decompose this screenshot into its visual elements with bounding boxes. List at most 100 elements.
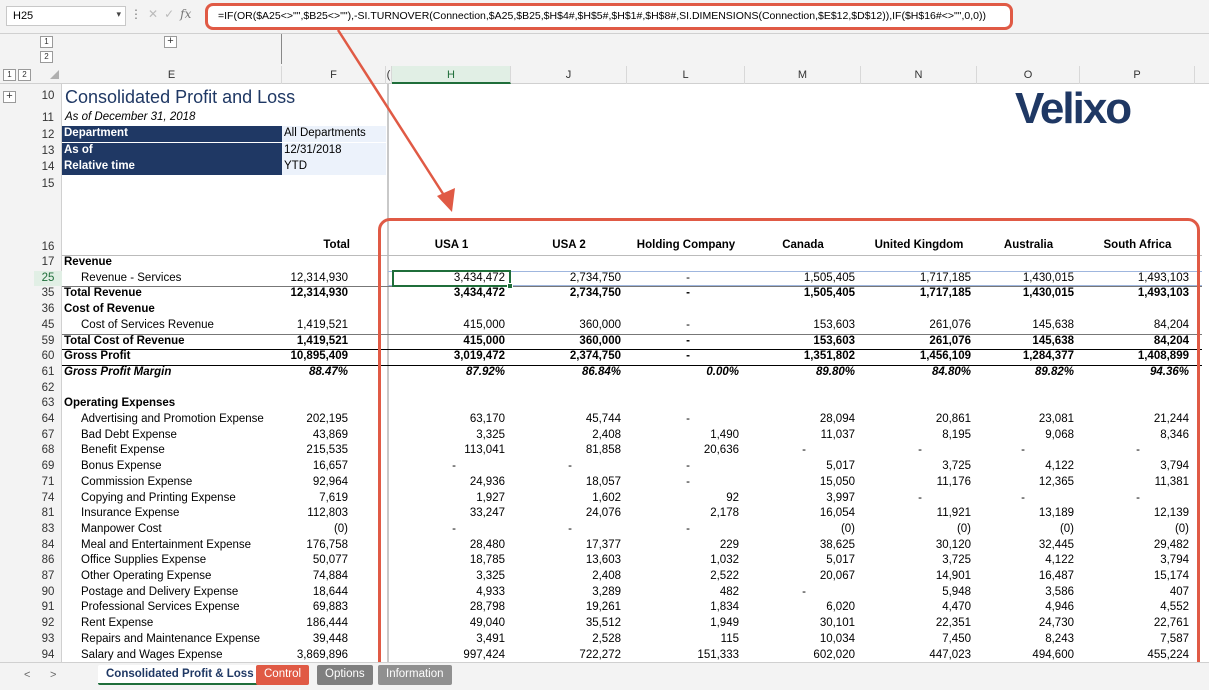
row-header-83[interactable]: 83 xyxy=(34,522,62,538)
outline-top: 1 2 + xyxy=(0,34,1209,66)
formula-input[interactable]: =IF(OR($A25<>"",$B25<>""),-SI.TURNOVER(C… xyxy=(205,3,1013,30)
column-header-l[interactable]: L xyxy=(627,66,745,84)
outline-group-line xyxy=(281,34,282,64)
value-cell[interactable]: 176,758 xyxy=(282,538,349,554)
row-header-81[interactable]: 81 xyxy=(34,506,62,522)
column-expand-button[interactable]: + xyxy=(164,36,177,48)
row-expand-button[interactable]: + xyxy=(3,91,16,103)
row-header-13[interactable]: 13 xyxy=(34,143,62,159)
value-cell[interactable]: (0) xyxy=(282,522,349,538)
column-header-f[interactable]: F xyxy=(282,66,386,84)
tab-next-icon[interactable]: > xyxy=(50,669,56,681)
name-box[interactable]: H25 ▾ xyxy=(6,6,126,26)
row-outline-level-2-button[interactable]: 2 xyxy=(18,69,31,81)
sheet-tabs-bar: < > Consolidated Profit & Loss Control O… xyxy=(0,662,1209,690)
row-header-87[interactable]: 87 xyxy=(34,569,62,585)
value-cell[interactable]: 39,448 xyxy=(282,632,349,648)
value-cell[interactable]: 43,869 xyxy=(282,428,349,444)
column-header-e[interactable]: E xyxy=(62,66,282,84)
value-cell[interactable]: 186,444 xyxy=(282,616,349,632)
enter-icon[interactable]: ✓ xyxy=(164,7,180,21)
more-options-icon[interactable]: ⋮ xyxy=(130,7,148,21)
tab-consolidated-profit-loss[interactable]: Consolidated Profit & Loss xyxy=(98,665,262,685)
select-all-corner[interactable] xyxy=(50,70,59,79)
value-cell[interactable]: 12,314,930 xyxy=(282,271,349,287)
value-cell[interactable]: 92,964 xyxy=(282,475,349,491)
row-header-45[interactable]: 45 xyxy=(34,318,62,334)
column-header-p[interactable]: P xyxy=(1080,66,1195,84)
row-header-62[interactable]: 62 xyxy=(34,381,62,397)
row-label: Rent Expense xyxy=(81,617,154,630)
row-label: Salary and Wages Expense xyxy=(81,648,223,661)
row-label: Cost of Services Revenue xyxy=(81,318,214,331)
chevron-down-icon[interactable]: ▾ xyxy=(116,9,121,20)
row-header-61[interactable]: 61 xyxy=(34,365,62,381)
row-header-59[interactable]: 59 xyxy=(34,334,62,350)
value-cell[interactable]: 7,619 xyxy=(282,491,349,507)
column-header-h[interactable]: H xyxy=(392,66,511,84)
row-header-91[interactable]: 91 xyxy=(34,600,62,616)
row-header-17[interactable]: 17 xyxy=(34,255,62,271)
row-header-64[interactable]: 64 xyxy=(34,412,62,428)
row-label: Advertising and Promotion Expense xyxy=(81,413,264,425)
value-cell[interactable]: 215,535 xyxy=(282,443,349,459)
value-cell[interactable]: 74,884 xyxy=(282,569,349,585)
column-header-m[interactable]: M xyxy=(745,66,861,84)
row-header-93[interactable]: 93 xyxy=(34,632,62,648)
tab-information[interactable]: Information xyxy=(378,665,452,685)
row-header-84[interactable]: 84 xyxy=(34,538,62,554)
row-header-71[interactable]: 71 xyxy=(34,475,62,491)
row-header-14[interactable]: 14 xyxy=(34,159,62,175)
value-cell[interactable]: 16,657 xyxy=(282,459,349,475)
row-header-11[interactable]: 11 xyxy=(34,110,62,126)
row-header-36[interactable]: 36 xyxy=(34,302,62,318)
row-header-60[interactable]: 60 xyxy=(34,349,62,365)
column-header-bar: 1 2 E F ( H J L M N O P xyxy=(0,66,1209,84)
tab-control[interactable]: Control xyxy=(256,665,310,685)
formula-text: =IF(OR($A25<>"",$B25<>""),-SI.TURNOVER(C… xyxy=(218,10,986,22)
value-cell[interactable]: 12,314,930 xyxy=(282,286,349,302)
row-header-68[interactable]: 68 xyxy=(34,443,62,459)
value-cell[interactable]: 10,895,409 xyxy=(282,349,349,365)
row-header-10[interactable]: 10 xyxy=(34,88,62,104)
value-cell[interactable]: 88.47% xyxy=(282,365,349,381)
row-header-25[interactable]: 25 xyxy=(34,270,62,287)
row-header-92[interactable]: 92 xyxy=(34,616,62,632)
value-cell[interactable]: 1,419,521 xyxy=(282,334,349,350)
value-cell[interactable]: 112,803 xyxy=(282,506,349,522)
column-header-n[interactable]: N xyxy=(861,66,977,84)
value-cell[interactable]: 3,869,896 xyxy=(282,648,349,663)
cancel-icon[interactable]: ✕ xyxy=(148,7,164,21)
row-label: Insurance Expense xyxy=(81,507,180,520)
row-header-15[interactable]: 15 xyxy=(34,176,62,192)
param-value[interactable]: 12/31/2018 xyxy=(282,142,386,159)
row-header-12[interactable]: 12 xyxy=(34,127,62,143)
fx-icon[interactable]: fx xyxy=(180,7,191,21)
row-header-94[interactable]: 94 xyxy=(34,648,62,664)
param-value[interactable]: YTD xyxy=(282,159,386,175)
row-label: Meal and Entertainment Expense xyxy=(81,538,252,551)
value-cell[interactable]: 1,419,521 xyxy=(282,318,349,334)
value-cell[interactable]: 50,077 xyxy=(282,553,349,569)
param-value[interactable]: All Departments xyxy=(282,126,386,142)
row-header-90[interactable]: 90 xyxy=(34,585,62,601)
row-header-67[interactable]: 67 xyxy=(34,428,62,444)
column-outline-level-1-button[interactable]: 1 xyxy=(40,36,53,48)
column-outline-level-2-button[interactable]: 2 xyxy=(40,51,53,63)
row-header-69[interactable]: 69 xyxy=(34,459,62,475)
column-header-o[interactable]: O xyxy=(977,66,1080,84)
row-header-86[interactable]: 86 xyxy=(34,553,62,569)
tab-options[interactable]: Options xyxy=(317,665,373,685)
param-label: Relative time xyxy=(62,159,282,175)
row-header-74[interactable]: 74 xyxy=(34,491,62,507)
column-header-j[interactable]: J xyxy=(511,66,627,84)
row-header-16[interactable]: 16 xyxy=(34,238,62,256)
row-outline-level-1-button[interactable]: 1 xyxy=(3,69,16,81)
value-cell[interactable]: 202,195 xyxy=(282,412,349,428)
row-header-35[interactable]: 35 xyxy=(34,286,62,302)
row-label: Operating Expenses xyxy=(64,397,176,410)
row-header-63[interactable]: 63 xyxy=(34,396,62,412)
value-cell[interactable]: 18,644 xyxy=(282,585,349,601)
tab-prev-icon[interactable]: < xyxy=(24,669,30,681)
value-cell[interactable]: 69,883 xyxy=(282,600,349,616)
